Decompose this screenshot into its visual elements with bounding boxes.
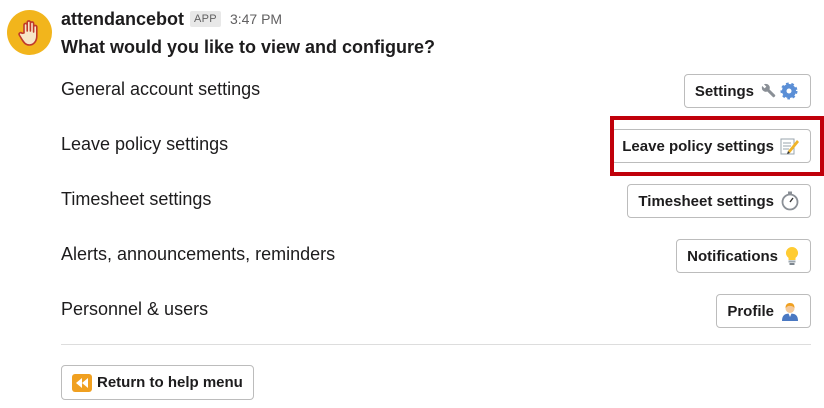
row-label-general: General account settings — [61, 79, 261, 99]
stopwatch-icon — [780, 191, 800, 211]
bot-name[interactable]: attendancebot — [61, 9, 184, 30]
message-header: attendancebot APP 3:47 PM — [61, 7, 282, 31]
divider — [61, 344, 811, 345]
notifications-button-label: Notifications — [687, 247, 778, 265]
wrench-gear-icon — [760, 82, 800, 100]
settings-button-label: Settings — [694, 82, 754, 100]
app-badge: APP — [190, 11, 221, 27]
notifications-button[interactable]: Notifications — [676, 239, 811, 273]
profile-button[interactable]: Profile — [716, 294, 811, 328]
lightbulb-icon — [784, 246, 800, 266]
row-label-timesheet: Timesheet settings — [61, 189, 212, 209]
row-label-leave-policy: Leave policy settings — [61, 134, 229, 154]
return-to-help-button[interactable]: Return to help menu — [61, 365, 254, 400]
message-timestamp[interactable]: 3:47 PM — [230, 11, 282, 27]
bot-avatar[interactable] — [7, 10, 52, 55]
highlight-box — [610, 116, 824, 176]
timesheet-settings-button[interactable]: Timesheet settings — [627, 184, 811, 218]
rewind-icon — [72, 373, 92, 392]
raised-hand-icon — [17, 19, 38, 46]
settings-button[interactable]: Settings — [683, 74, 811, 108]
timesheet-button-label: Timesheet settings — [638, 192, 774, 210]
message-question: What would you like to view and configur… — [61, 37, 436, 57]
return-to-help-label: Return to help menu — [97, 374, 243, 391]
office-worker-icon — [780, 301, 800, 321]
row-label-personnel: Personnel & users — [61, 299, 209, 319]
row-label-alerts: Alerts, announcements, reminders — [61, 244, 336, 264]
profile-button-label: Profile — [727, 302, 774, 320]
